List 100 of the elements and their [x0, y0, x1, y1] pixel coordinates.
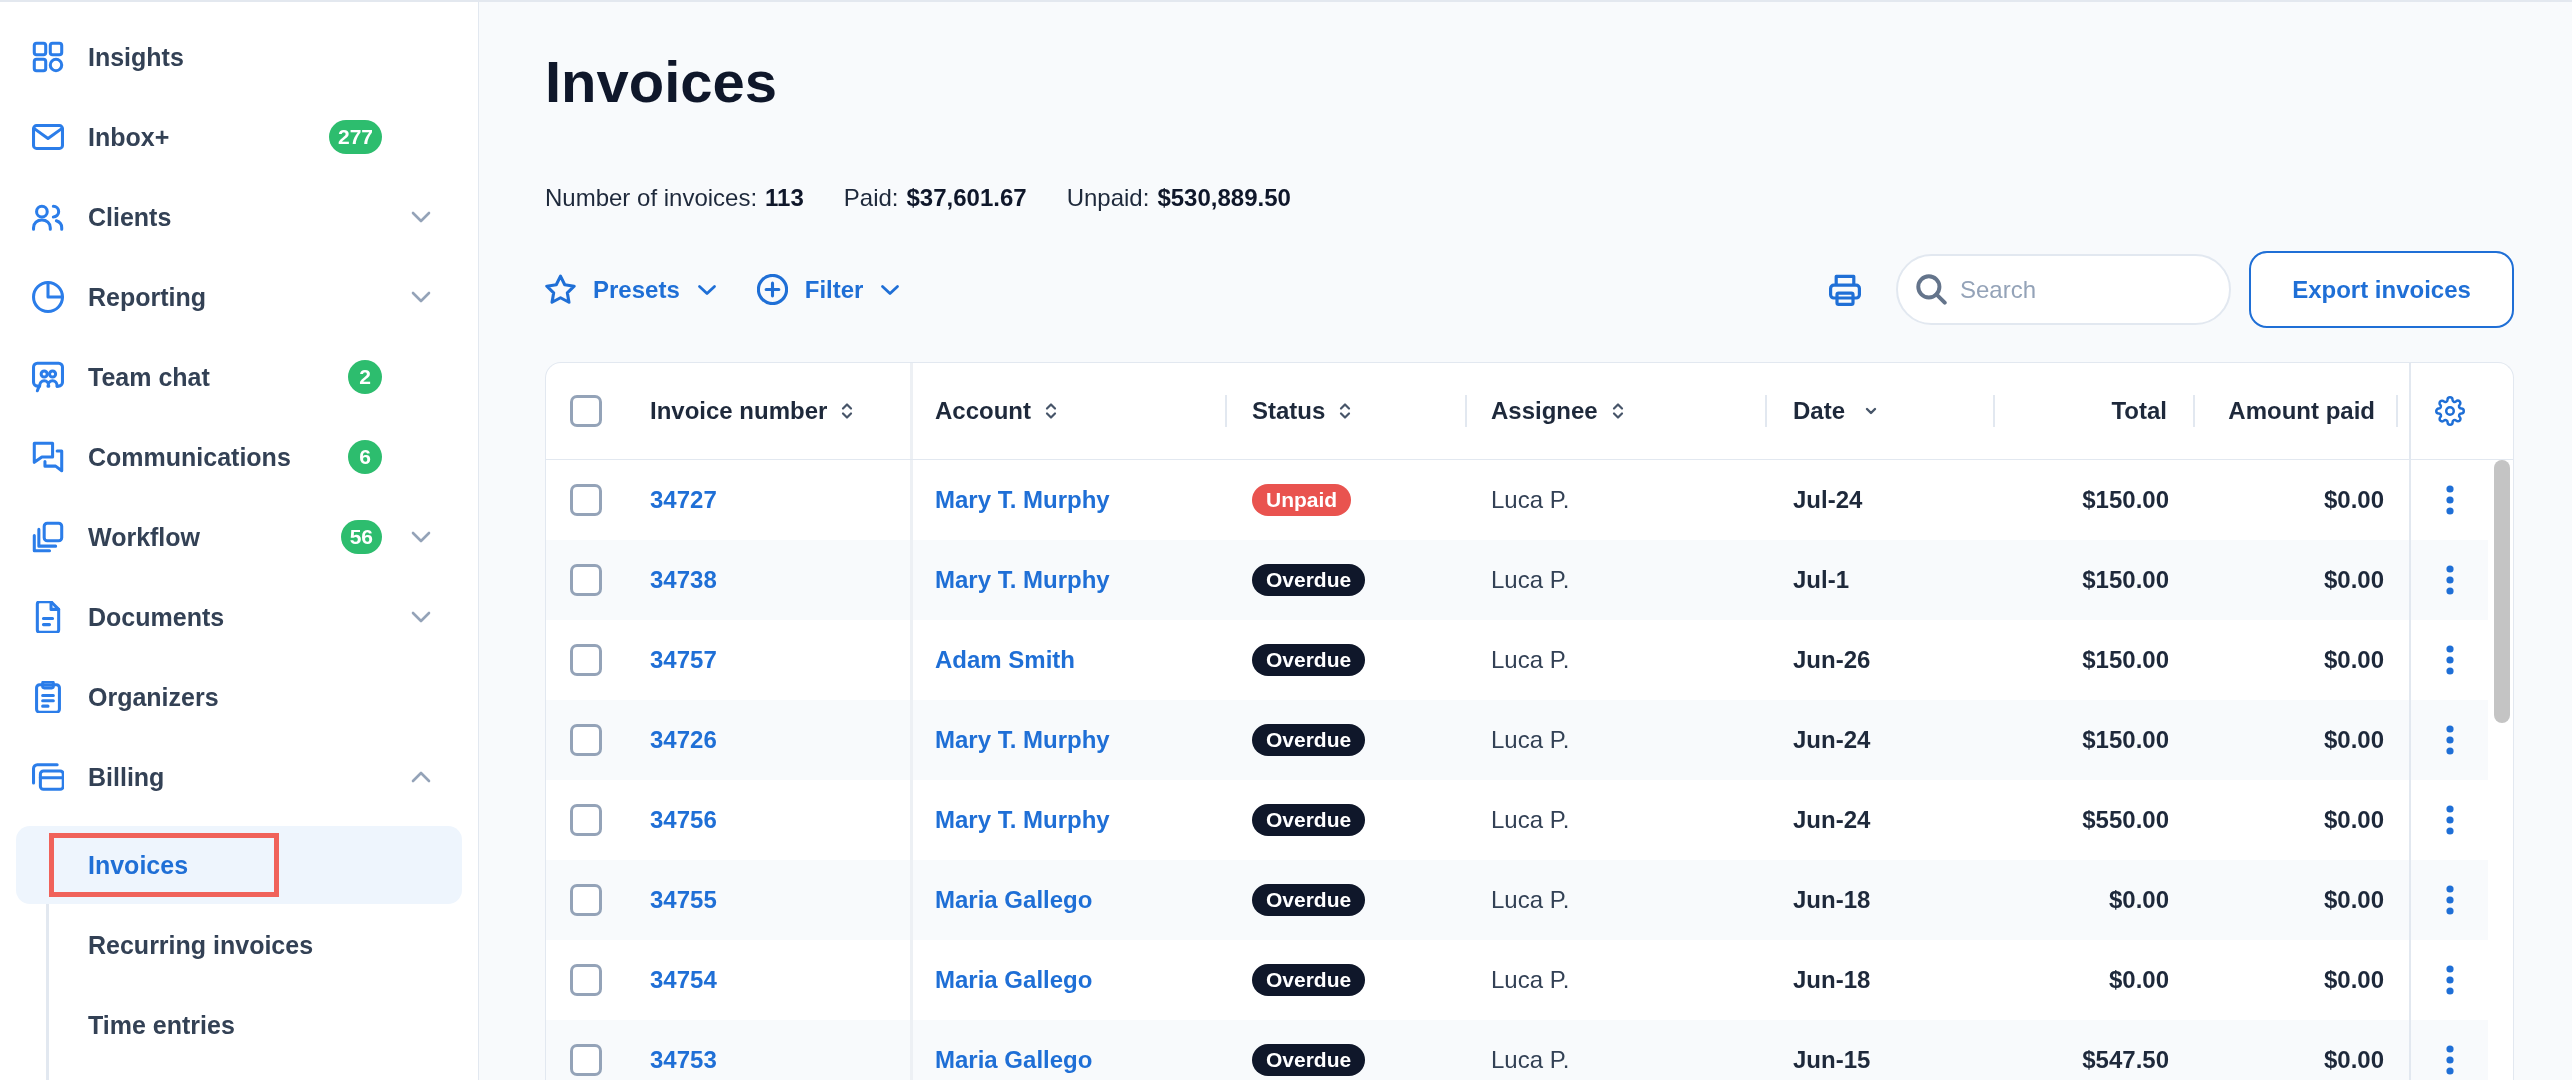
- chevron-icon[interactable]: [411, 771, 431, 783]
- chevron-icon[interactable]: [411, 211, 431, 223]
- settings-icon[interactable]: [2434, 396, 2465, 426]
- column-header[interactable]: Amount paid: [2228, 397, 2375, 425]
- caret-icon: [880, 283, 901, 296]
- account-link[interactable]: Mary T. Murphy: [935, 486, 1110, 514]
- more-options-icon[interactable]: [2445, 565, 2454, 595]
- account-link[interactable]: Maria Gallego: [935, 1046, 1093, 1074]
- status-badge: Overdue: [1252, 644, 1366, 676]
- checkbox[interactable]: [570, 1044, 602, 1076]
- table-cell: $547.50: [2082, 1046, 2169, 1074]
- column-header[interactable]: Invoice number: [650, 397, 854, 425]
- table-cell: Luca P.: [1491, 726, 1570, 754]
- invoice-link[interactable]: 34726: [650, 726, 717, 754]
- table-cell: Jun-26: [1793, 646, 1871, 674]
- checkbox[interactable]: [570, 964, 602, 996]
- table-cell: Luca P.: [1491, 646, 1570, 674]
- invoice-link[interactable]: 34757: [650, 646, 717, 674]
- sidebar-item[interactable]: Communications 6: [0, 417, 478, 497]
- checkbox[interactable]: [570, 564, 602, 596]
- star-icon: [545, 274, 576, 305]
- account-link[interactable]: Maria Gallego: [935, 886, 1093, 914]
- status-badge: Overdue: [1252, 724, 1366, 756]
- sidebar-item[interactable]: Workflow 56: [0, 497, 478, 577]
- account-link[interactable]: Mary T. Murphy: [935, 566, 1110, 594]
- table-cell: $150.00: [2082, 726, 2169, 754]
- checkbox[interactable]: [570, 484, 602, 516]
- page-title: Invoices: [545, 48, 779, 116]
- speech-bubbles-icon: [32, 441, 64, 473]
- sidebar-item[interactable]: Billing: [0, 737, 478, 817]
- sidebar-item[interactable]: Organizers: [0, 657, 478, 737]
- printer-icon[interactable]: [1829, 273, 1861, 306]
- more-options-icon[interactable]: [2445, 805, 2454, 835]
- table-cell: Jun-18: [1793, 886, 1871, 914]
- count-badge: 2: [348, 360, 382, 394]
- stat-label: Unpaid:: [1066, 183, 1150, 213]
- table-cell: $0.00: [2323, 886, 2384, 914]
- invoice-link[interactable]: 34754: [650, 966, 717, 994]
- stat-value: 113: [765, 183, 804, 213]
- filter-button[interactable]: Filter: [756, 274, 901, 305]
- invoice-link[interactable]: 34727: [650, 486, 717, 514]
- status-badge: Unpaid: [1252, 484, 1352, 516]
- chevron-icon[interactable]: [411, 611, 431, 623]
- invoice-link[interactable]: 34738: [650, 566, 717, 594]
- sidebar-item[interactable]: Inbox+ 277: [0, 97, 478, 177]
- column-header[interactable]: Assignee: [1491, 397, 1624, 425]
- sidebar-item[interactable]: Reporting: [0, 257, 478, 337]
- chevron-icon[interactable]: [411, 531, 431, 543]
- sidebar-subitem[interactable]: Time entries: [16, 986, 462, 1064]
- table-cell: $0.00: [2323, 1046, 2384, 1074]
- table-cell: $0.00: [2323, 486, 2384, 514]
- table-cell: Jun-24: [1793, 806, 1871, 834]
- sidebar-subitem[interactable]: Invoices: [16, 826, 462, 904]
- more-options-icon[interactable]: [2445, 485, 2454, 515]
- more-options-icon[interactable]: [2445, 965, 2454, 995]
- chat-people-icon: [32, 361, 64, 393]
- sidebar-subitem[interactable]: Recurring invoices: [16, 906, 462, 984]
- column-header[interactable]: Total: [2111, 397, 2167, 425]
- more-options-icon[interactable]: [2445, 885, 2454, 915]
- more-options-icon[interactable]: [2445, 725, 2454, 755]
- sidebar-item[interactable]: Clients: [0, 177, 478, 257]
- account-link[interactable]: Adam Smith: [935, 646, 1075, 674]
- invoice-link[interactable]: 34753: [650, 1046, 717, 1074]
- sidebar-item[interactable]: Documents: [0, 577, 478, 657]
- chevron-icon[interactable]: [411, 291, 431, 303]
- sidebar-item[interactable]: Insights: [0, 17, 478, 97]
- account-link[interactable]: Maria Gallego: [935, 966, 1093, 994]
- count-badge: 6: [348, 440, 382, 474]
- column-header[interactable]: Date: [1793, 397, 1878, 425]
- column-header[interactable]: Account: [935, 397, 1057, 425]
- checkbox[interactable]: [570, 884, 602, 916]
- more-options-icon[interactable]: [2445, 645, 2454, 675]
- sidebar-item[interactable]: Team chat 2: [0, 337, 478, 417]
- table-cell: $0.00: [2323, 566, 2384, 594]
- checkbox[interactable]: [570, 644, 602, 676]
- table-cell: Luca P.: [1491, 966, 1570, 994]
- checkbox[interactable]: [570, 395, 602, 427]
- table-cell: Jun-15: [1793, 1046, 1871, 1074]
- stacked-squares-icon: [32, 521, 64, 553]
- table-cell: Jul-1: [1793, 566, 1849, 594]
- caret-icon: [696, 283, 717, 296]
- search-icon: [1916, 274, 1947, 305]
- checkbox[interactable]: [570, 724, 602, 756]
- more-options-icon[interactable]: [2445, 1045, 2454, 1075]
- count-badge: 277: [328, 120, 382, 154]
- pie-chart-icon: [32, 281, 64, 313]
- invoice-link[interactable]: 34755: [650, 886, 717, 914]
- presets-button[interactable]: Presets: [545, 274, 717, 305]
- table-cell: $0.00: [2108, 966, 2169, 994]
- stat-value: $530,889.50: [1157, 183, 1291, 213]
- export-button[interactable]: Export invoices: [2249, 251, 2514, 328]
- account-link[interactable]: Mary T. Murphy: [935, 726, 1110, 754]
- table-cell: $150.00: [2082, 566, 2169, 594]
- search-field[interactable]: Search: [1896, 254, 2231, 325]
- scrollbar-thumb[interactable]: [2494, 460, 2510, 723]
- invoice-link[interactable]: 34756: [650, 806, 717, 834]
- account-link[interactable]: Mary T. Murphy: [935, 806, 1110, 834]
- column-header[interactable]: Status: [1252, 397, 1352, 425]
- checkbox[interactable]: [570, 804, 602, 836]
- table-cell: Jun-24: [1793, 726, 1871, 754]
